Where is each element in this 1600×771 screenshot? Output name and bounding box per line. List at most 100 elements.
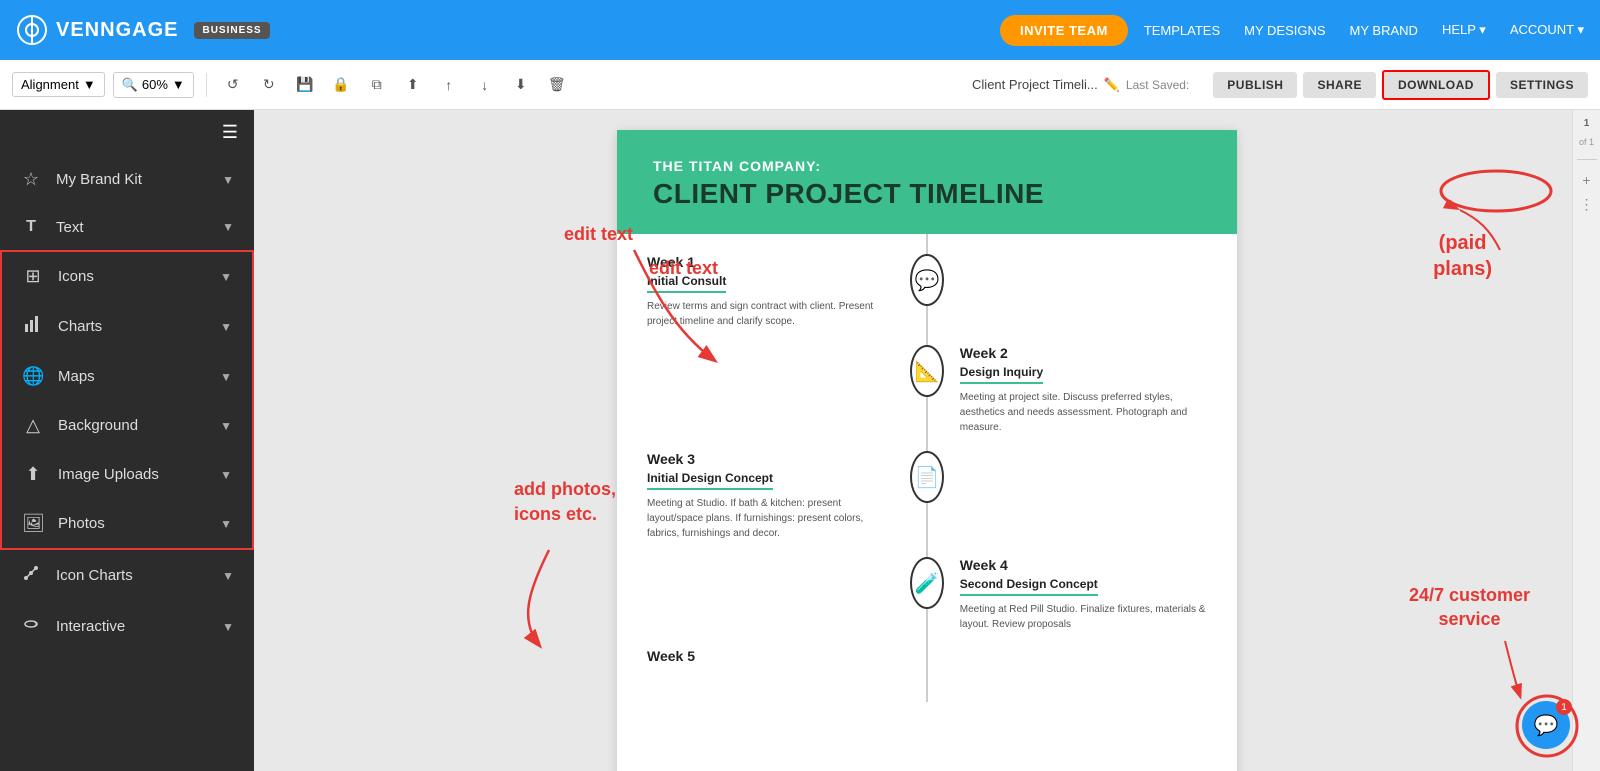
- logo: VENNGAGE: [16, 14, 178, 46]
- last-saved-label: Last Saved:: [1126, 78, 1189, 92]
- week-4-subtitle: Second Design Concept: [960, 577, 1098, 596]
- nav-links: TEMPLATES MY DESIGNS MY BRAND HELP ▾ ACC…: [1144, 22, 1584, 38]
- week-5-title: Week 5: [647, 648, 894, 664]
- customer-service-arrow: [1445, 631, 1545, 711]
- invite-team-button[interactable]: INVITE TEAM: [1000, 15, 1128, 46]
- save-button[interactable]: 💾: [291, 71, 319, 99]
- chevron-down-icon-6: ▼: [220, 468, 232, 482]
- move-up-small-button[interactable]: ↑: [435, 71, 463, 99]
- timeline-body: Week 1 Initial Consult Review terms and …: [617, 234, 1237, 702]
- week-3-icon: 📄: [910, 451, 944, 503]
- chevron-down-icon-2: ▼: [220, 270, 232, 284]
- copy-button[interactable]: ⧉: [363, 71, 391, 99]
- week-2-desc: Meeting at project site. Discuss preferr…: [960, 390, 1207, 435]
- week-2-row: 📐 Week 2 Design Inquiry Meeting at proje…: [647, 345, 1207, 435]
- chevron-down-icon-8: ▼: [222, 569, 234, 583]
- week-1-circle-area: 💬: [910, 254, 944, 306]
- week-2-subtitle: Design Inquiry: [960, 365, 1043, 384]
- week-4-content: Week 4 Second Design Concept Meeting at …: [944, 557, 1207, 632]
- star-icon: ☆: [20, 169, 42, 190]
- panel-menu-button[interactable]: ⋮: [1580, 196, 1594, 213]
- chat-bubble-button[interactable]: 💬 1: [1522, 701, 1570, 749]
- charts-icon: [22, 315, 44, 338]
- chevron-down-icon-9: ▼: [222, 620, 234, 634]
- add-page-button[interactable]: +: [1582, 172, 1590, 188]
- sidebar-item-photos[interactable]: 🖼 Photos ▼: [2, 499, 252, 548]
- left-sidebar: ☰ ☆ My Brand Kit ▼ T Text ▼ ⊞ Icons ▼ Ch…: [0, 110, 254, 771]
- page-total: of 1: [1579, 137, 1594, 147]
- alignment-dropdown[interactable]: Alignment ▼: [12, 72, 105, 97]
- search-icon: 🔍: [122, 77, 138, 93]
- sidebar-item-background[interactable]: △ Background ▼: [2, 401, 252, 450]
- chevron-down-icon-5: ▼: [220, 419, 232, 433]
- toolbar-separator-1: [206, 73, 207, 97]
- photos-icon: 🖼: [22, 513, 44, 534]
- infographic-subtitle: THE TITAN COMPANY:: [653, 158, 1201, 174]
- chevron-down-icon-1: ▼: [222, 220, 234, 234]
- canvas-page[interactable]: THE TITAN COMPANY: CLIENT PROJECT TIMELI…: [617, 130, 1237, 771]
- download-button[interactable]: DOWNLOAD: [1382, 70, 1490, 100]
- week-3-subtitle: Initial Design Concept: [647, 471, 773, 490]
- week-4-title: Week 4: [960, 557, 1207, 573]
- sidebar-item-my-brand-kit[interactable]: ☆ My Brand Kit ▼: [0, 155, 254, 204]
- sidebar-item-interactive[interactable]: Interactive ▼: [0, 601, 254, 652]
- my-designs-link[interactable]: MY DESIGNS: [1244, 23, 1325, 38]
- week-4-row: 🧪 Week 4 Second Design Concept Meeting a…: [647, 557, 1207, 632]
- sidebar-item-charts[interactable]: Charts ▼: [2, 301, 252, 352]
- edit-title-icon[interactable]: ✏️: [1104, 77, 1120, 93]
- svg-text:add photos,: add photos,: [514, 479, 616, 499]
- week-3-row: Week 3 Initial Design Concept Meeting at…: [647, 451, 1207, 541]
- move-down-button[interactable]: ⬇: [507, 71, 535, 99]
- move-up-button[interactable]: ⬆: [399, 71, 427, 99]
- templates-link[interactable]: TEMPLATES: [1144, 23, 1220, 38]
- settings-button[interactable]: SETTINGS: [1496, 72, 1588, 98]
- logo-text: VENNGAGE: [56, 19, 178, 42]
- my-brand-link[interactable]: MY BRAND: [1350, 23, 1418, 38]
- redo-button[interactable]: ↻: [255, 71, 283, 99]
- editor-toolbar: Alignment ▼ 🔍 60% ▼ ↺ ↻ 💾 🔒 ⧉ ⬆ ↑ ↓ ⬇ 🗑 …: [0, 60, 1600, 110]
- icons-icon: ⊞: [22, 266, 44, 287]
- infographic-title: CLIENT PROJECT TIMELINE: [653, 178, 1201, 210]
- business-badge: BUSINESS: [194, 22, 269, 39]
- sidebar-item-maps[interactable]: 🌐 Maps ▼: [2, 352, 252, 401]
- infographic-header: THE TITAN COMPANY: CLIENT PROJECT TIMELI…: [617, 130, 1237, 234]
- sidebar-item-image-uploads[interactable]: ⬆ Image Uploads ▼: [2, 450, 252, 499]
- panel-separator: [1577, 159, 1597, 160]
- venngage-logo-icon: [16, 14, 48, 46]
- hamburger-menu[interactable]: ☰: [0, 110, 254, 155]
- week-2-content: Week 2 Design Inquiry Meeting at project…: [944, 345, 1207, 435]
- sidebar-item-icons[interactable]: ⊞ Icons ▼: [2, 252, 252, 301]
- move-down-small-button[interactable]: ↓: [471, 71, 499, 99]
- canvas-area[interactable]: edit text edit text add photos, icons et…: [254, 110, 1600, 771]
- doc-title-area: Client Project Timeli... ✏️ Last Saved:: [972, 77, 1189, 93]
- lock-button[interactable]: 🔒: [327, 71, 355, 99]
- page-current: 1: [1584, 118, 1590, 129]
- account-link[interactable]: ACCOUNT ▾: [1510, 22, 1584, 38]
- top-navigation: VENNGAGE BUSINESS INVITE TEAM TEMPLATES …: [0, 0, 1600, 60]
- help-link[interactable]: HELP ▾: [1442, 22, 1486, 38]
- share-button[interactable]: SHARE: [1303, 72, 1376, 98]
- week-2-title: Week 2: [960, 345, 1207, 361]
- week-2-circle-area: 📐: [910, 345, 944, 397]
- customer-service-annotation: 24/7 customerservice: [1409, 584, 1530, 631]
- publish-button[interactable]: PUBLISH: [1213, 72, 1297, 98]
- week-3-title: Week 3: [647, 451, 894, 467]
- undo-button[interactable]: ↺: [219, 71, 247, 99]
- week-1-content: Week 1 Initial Consult Review terms and …: [647, 254, 910, 329]
- week-3-circle-area: 📄: [910, 451, 944, 503]
- week-4-desc: Meeting at Red Pill Studio. Finalize fix…: [960, 602, 1207, 632]
- text-icon: T: [20, 218, 42, 236]
- week-1-title: Week 1: [647, 254, 894, 270]
- download-circle-annotation: [1436, 166, 1556, 216]
- main-body: ☰ ☆ My Brand Kit ▼ T Text ▼ ⊞ Icons ▼ Ch…: [0, 110, 1600, 771]
- week-5-row: Week 5: [647, 648, 1207, 666]
- sidebar-item-icon-charts[interactable]: Icon Charts ▼: [0, 550, 254, 601]
- chevron-down-icon-7: ▼: [220, 517, 232, 531]
- interactive-icon: [20, 615, 42, 638]
- sidebar-item-text[interactable]: T Text ▼: [0, 204, 254, 250]
- zoom-dropdown[interactable]: 🔍 60% ▼: [113, 72, 194, 98]
- delete-button[interactable]: 🗑: [543, 71, 571, 99]
- dropdown-arrow-icon: ▼: [83, 77, 96, 92]
- week-5-content: Week 5: [647, 648, 910, 666]
- chevron-down-icon-0: ▼: [222, 173, 234, 187]
